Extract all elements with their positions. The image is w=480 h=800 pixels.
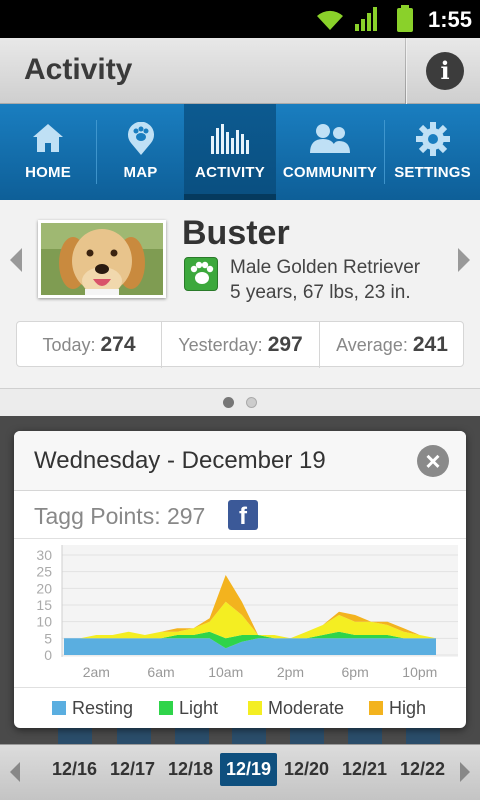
legend-moderate: Moderate [248, 698, 344, 719]
next-pet-arrow[interactable] [458, 248, 470, 272]
x-tick-label: 10pm [402, 664, 437, 680]
date-item-selected[interactable]: 12/19 [220, 753, 278, 786]
clock: 1:55 [427, 7, 472, 32]
home-icon [31, 122, 65, 159]
page-indicator [0, 388, 480, 416]
stat-average: Average: 241 [320, 322, 464, 368]
stat-today: Today: 274 [17, 322, 161, 368]
date-item[interactable]: 12/21 [342, 759, 387, 780]
pet-breed: Male Golden Retriever [230, 257, 421, 278]
pet-photo [38, 220, 166, 298]
day-detail-dialog: Wednesday - December 19 × Tagg Points: 2… [14, 431, 466, 728]
pet-profile: Buster Male Golden Retriever 5 years, 67… [0, 200, 480, 388]
legend-label: Moderate [268, 698, 345, 718]
legend-resting: Resting [52, 698, 133, 719]
points-summary: Today: 274 Yesterday: 297 Average: 241 [16, 321, 464, 368]
tab-map[interactable]: MAP [97, 104, 184, 200]
legend-swatch [159, 701, 173, 715]
stat-average-value: 241 [412, 333, 448, 356]
y-tick-label: 0 [44, 647, 52, 663]
facebook-icon[interactable]: f [228, 500, 258, 530]
battery-icon [396, 5, 414, 38]
community-icon [308, 122, 352, 159]
date-item[interactable]: 12/20 [284, 759, 329, 780]
y-tick-label: 30 [36, 547, 52, 563]
chart-legend: Resting Light Moderate High [14, 687, 466, 728]
wifi-icon [314, 6, 346, 37]
nav-tabs: HOME MAP ACTIVITY COMMUNITY SETTINGS [0, 104, 480, 200]
tab-community[interactable]: COMMUNITY [276, 104, 384, 200]
next-week-arrow[interactable] [460, 762, 470, 782]
x-tick-label: 10am [208, 664, 243, 680]
points-row: Tagg Points: 297 f [14, 491, 466, 539]
pet-name: Buster [182, 214, 290, 252]
stat-yesterday-label: Yesterday: [178, 335, 263, 355]
date-item[interactable]: 12/16 [52, 759, 97, 780]
page-dot-active [223, 397, 234, 408]
activity-chart: 30 25 20 15 10 5 0 2am 6am 10am 2pm 6pm 10pm [14, 539, 466, 687]
close-icon[interactable]: × [417, 445, 449, 477]
info-button[interactable]: i [426, 52, 464, 90]
map-paw-icon [126, 121, 156, 161]
previous-week-arrow[interactable] [10, 762, 20, 782]
x-tick-label: 6pm [342, 664, 369, 680]
y-tick-label: 5 [44, 630, 52, 646]
tab-community-label: COMMUNITY [282, 164, 378, 181]
series-resting-area [64, 638, 436, 655]
x-tick-label: 2pm [277, 664, 304, 680]
activity-chart-svg: 302520151050 2am 6am 10am 2pm 6pm 10pm [36, 545, 458, 680]
y-tick-label: 20 [36, 580, 52, 596]
x-tick-label: 6am [147, 664, 174, 680]
legend-label: High [389, 698, 427, 718]
dialog-title: Wednesday - December 19 [34, 447, 326, 474]
status-bar: 1:55 [0, 0, 480, 38]
stat-average-label: Average: [336, 335, 408, 355]
date-item[interactable]: 12/22 [400, 759, 445, 780]
date-selector: 12/16 12/17 12/18 12/19 12/20 12/21 12/2… [0, 744, 480, 800]
tab-activity-label: ACTIVITY [195, 164, 265, 181]
tab-activity[interactable]: ACTIVITY [184, 104, 276, 200]
date-item[interactable]: 12/17 [110, 759, 155, 780]
stat-yesterday: Yesterday: 297 [162, 322, 319, 368]
tagg-points: Tagg Points: 297 [34, 503, 206, 529]
stat-yesterday-value: 297 [267, 333, 303, 356]
y-tick-label: 10 [36, 614, 52, 630]
page-dot [246, 397, 257, 408]
y-tick-label: 15 [36, 597, 52, 613]
x-tick-label: 2am [83, 664, 110, 680]
legend-light: Light [159, 698, 218, 719]
stat-today-value: 274 [100, 333, 136, 356]
signal-icon [354, 6, 380, 37]
tab-settings[interactable]: SETTINGS [385, 104, 480, 200]
legend-swatch [52, 701, 66, 715]
dialog-header: Wednesday - December 19 × [14, 431, 466, 491]
tab-settings-label: SETTINGS [394, 164, 471, 181]
title-divider [405, 38, 407, 104]
tab-home[interactable]: HOME [0, 104, 96, 200]
legend-high: High [369, 698, 426, 719]
gear-icon [415, 122, 450, 161]
activity-bars-icon [210, 122, 250, 159]
legend-swatch [369, 701, 383, 715]
y-tick-label: 25 [36, 564, 52, 580]
page-title: Activity [24, 53, 133, 86]
pet-details: 5 years, 67 lbs, 23 in. [230, 282, 411, 303]
stat-today-label: Today: [42, 335, 96, 355]
tab-map-label: MAP [123, 164, 158, 181]
legend-label: Light [179, 698, 219, 718]
legend-swatch [248, 701, 262, 715]
title-bar: Activity i [0, 38, 480, 104]
date-item[interactable]: 12/18 [168, 759, 213, 780]
previous-pet-arrow[interactable] [10, 248, 22, 272]
legend-label: Resting [72, 698, 134, 718]
paw-icon [184, 257, 218, 291]
tab-home-label: HOME [25, 164, 71, 181]
